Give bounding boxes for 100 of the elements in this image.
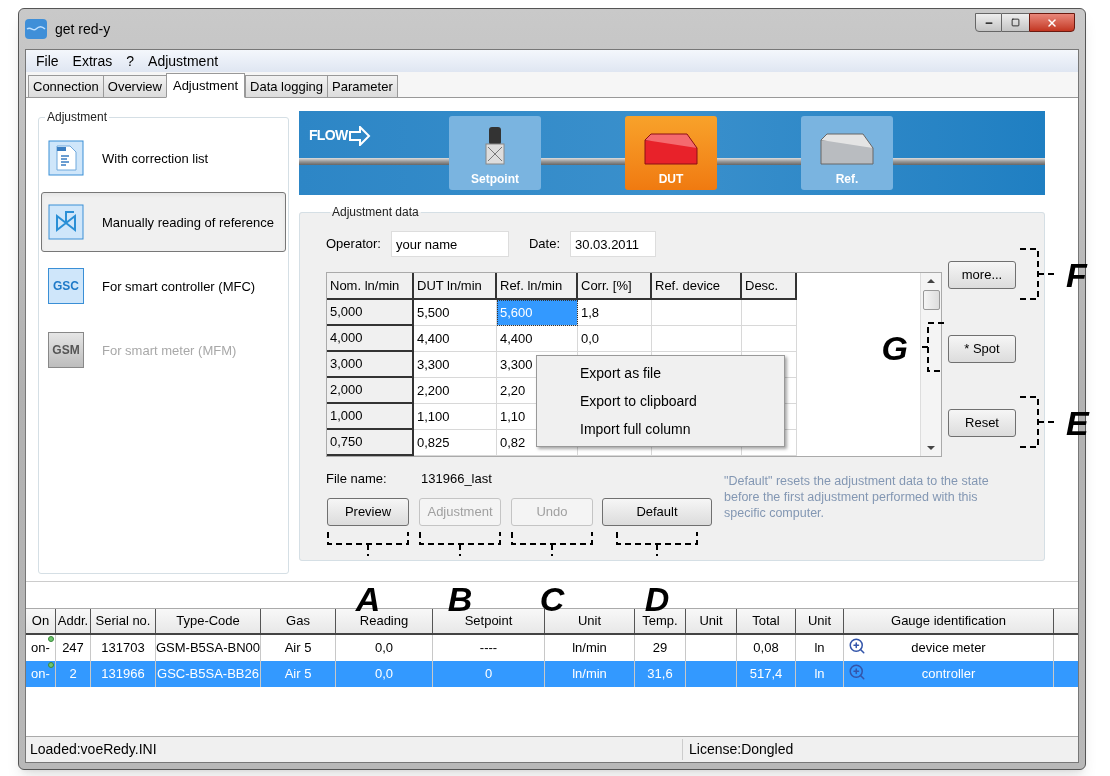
action-button[interactable]: Preview (327, 497, 409, 526)
table-cell[interactable]: 3,300 (414, 352, 497, 378)
tab[interactable]: Data logging (245, 75, 328, 97)
table-cell[interactable]: 0,0 (578, 326, 652, 352)
table-cell-text: 247 (62, 639, 84, 658)
table-cell-text: GSM-B5SA-BN00 (156, 639, 261, 658)
menu-item[interactable]: Adjustment (142, 50, 225, 72)
table-cell-text: on- (31, 665, 50, 684)
table-cell[interactable]: 4,000 (327, 326, 414, 352)
device-drawing (819, 132, 875, 166)
table-cell[interactable]: 1,000 (327, 404, 414, 430)
minimize-button[interactable] (975, 13, 1002, 32)
table-cell[interactable]: 4,400 (414, 326, 497, 352)
close-icon (1046, 16, 1058, 29)
column-header[interactable]: Serial no. (91, 609, 156, 633)
column-header[interactable]: Unit (796, 609, 844, 633)
station-label: Setpoint (471, 171, 519, 188)
close-button[interactable] (1029, 13, 1075, 32)
column-header: Nom. ln/min (327, 273, 414, 300)
tab[interactable]: Connection (28, 75, 104, 97)
column-header[interactable]: Gauge identification (844, 609, 1054, 633)
tab[interactable]: Adjustment (165, 73, 245, 98)
table-cell[interactable]: 0,750 (327, 430, 414, 456)
table-cell[interactable] (652, 326, 742, 352)
table-cell-text: 517,4 (749, 665, 783, 684)
scroll-up-icon[interactable] (927, 279, 935, 283)
magnifier-icon[interactable] (848, 637, 866, 655)
table-cell-text: device meter (911, 639, 986, 658)
table-cell[interactable] (742, 300, 797, 326)
menu-item[interactable]: File (30, 50, 65, 72)
maximize-button[interactable] (1002, 13, 1029, 32)
column-header[interactable]: Type-Code (156, 609, 261, 633)
date-field[interactable]: 30.03.2011 (570, 231, 656, 257)
table-cell[interactable]: 4,400 (497, 326, 578, 352)
device-drawing (643, 132, 699, 166)
table-cell-text: ln/min (572, 639, 607, 658)
table-cell-text: ln (814, 639, 825, 658)
table-cell-text: 0 (484, 665, 493, 684)
tab[interactable]: Overview (102, 75, 167, 97)
table-cell-text: 0,0 (374, 665, 394, 684)
menu-item[interactable]: ? (120, 50, 141, 72)
table-cell[interactable]: 1,8 (578, 300, 652, 326)
table-cell-text: 29 (652, 639, 668, 658)
column-header[interactable]: Unit (686, 609, 737, 633)
group-title: Adjustment data (331, 204, 420, 221)
status-led-icon (48, 662, 54, 668)
table-cell[interactable]: 5,000 (327, 300, 414, 326)
table-cell[interactable]: 1,100 (414, 404, 497, 430)
column-header: DUT ln/min (414, 273, 497, 300)
context-menu-item[interactable]: Import full column (537, 415, 784, 443)
hint-text: "Default" resets the adjustment data to the state before the first adjustment performed with this specific computer. (724, 473, 990, 521)
file-name-label: File name: (326, 470, 388, 488)
status-text: Loaded:voeRedy.INI (29, 740, 158, 759)
scroll-thumb[interactable] (922, 289, 940, 310)
tab[interactable]: Parameter (327, 75, 398, 97)
column-header: Ref. device (652, 273, 742, 300)
column-header: Corr. [%] (578, 273, 652, 300)
table-cell[interactable]: 3,000 (327, 352, 414, 378)
callout-letter: G (881, 331, 908, 365)
side-button[interactable]: * Spot (948, 335, 1016, 363)
table-cell[interactable]: 2,200 (414, 378, 497, 404)
column-header: Ref. ln/min (497, 273, 578, 300)
table-cell-text: ---- (479, 639, 498, 658)
table-cell-text: 131703 (101, 639, 145, 658)
scroll-down-icon[interactable] (927, 446, 935, 450)
window-title: get red-y (55, 19, 111, 39)
column-header[interactable]: Total (737, 609, 796, 633)
scrollbar[interactable] (920, 273, 941, 456)
table-cell[interactable] (652, 300, 742, 326)
mode-option[interactable]: With correction list (41, 128, 286, 188)
table-cell-text: Air 5 (284, 639, 312, 658)
valve-icon (48, 204, 84, 240)
operator-label: Operator: (326, 235, 381, 254)
column-header[interactable]: On (26, 609, 56, 633)
app-logo-icon (25, 19, 47, 39)
context-menu-item[interactable]: Export to clipboard (537, 387, 784, 415)
table-cell[interactable] (742, 326, 797, 352)
table-cell-text: Air 5 (284, 665, 312, 684)
column-header[interactable]: Gas (261, 609, 336, 633)
date-label: Date: (528, 235, 560, 254)
table-cell[interactable]: 2,000 (327, 378, 414, 404)
mode-badge: GSM (48, 332, 84, 368)
station-label: Ref. (835, 171, 859, 188)
table-cell-text: 0,08 (753, 639, 779, 658)
column-header: Desc. (742, 273, 797, 300)
mode-label: For smart meter (MFM) (102, 341, 238, 359)
side-button[interactable]: Reset (948, 409, 1016, 437)
side-button[interactable]: more... (948, 261, 1016, 289)
table-cell[interactable]: 0,825 (414, 430, 497, 456)
document-icon (48, 140, 84, 176)
mode-option[interactable]: Manually reading of reference (41, 192, 286, 252)
menu-item[interactable]: Extras (66, 50, 119, 72)
mode-label: With correction list (102, 149, 210, 167)
mode-option[interactable]: GSC For smart controller (MFC) (41, 256, 286, 316)
operator-field[interactable]: your name (390, 231, 509, 257)
column-header[interactable]: Addr. (56, 609, 91, 633)
table-cell-text: GSC-B5SA-BB26 (157, 665, 259, 684)
action-button[interactable]: Default (602, 497, 712, 526)
context-menu-item[interactable]: Export as file (537, 359, 784, 387)
table-cell-text: 131966 (101, 665, 145, 684)
